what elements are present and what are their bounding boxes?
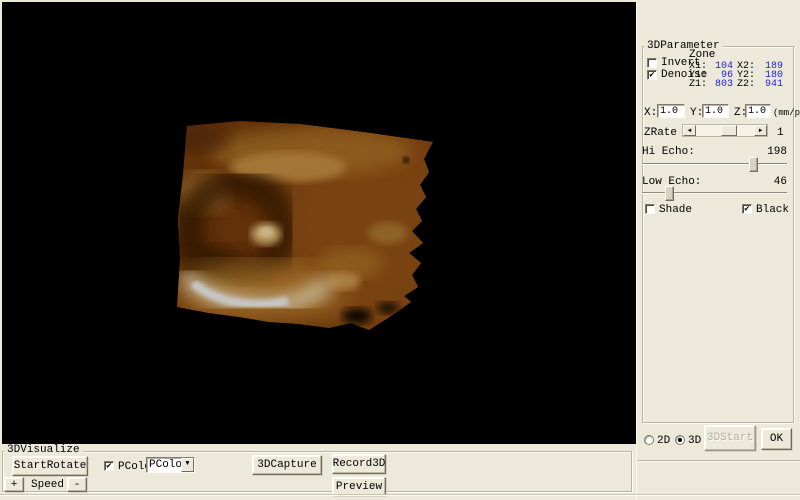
low-echo-slider-thumb[interactable] bbox=[665, 186, 674, 201]
zone-z2-value: 941 bbox=[753, 79, 783, 90]
zrate-label: ZRate bbox=[644, 128, 677, 139]
hi-echo-slider-track[interactable] bbox=[642, 163, 787, 165]
invert-checkbox[interactable] bbox=[647, 58, 657, 68]
ultrasound-3d-image bbox=[2, 2, 636, 444]
low-echo-value: 46 bbox=[757, 177, 787, 188]
scale-unit-label: (mm/p) bbox=[773, 108, 800, 119]
check-icon: ✔ bbox=[744, 204, 749, 214]
zrate-value: 1 bbox=[777, 128, 784, 139]
zrate-scrollbar[interactable]: ◄ ► bbox=[682, 124, 768, 137]
check-icon: ✔ bbox=[649, 70, 654, 80]
dropdown-arrow-icon[interactable]: ▼ bbox=[181, 458, 194, 472]
speed-plus-button[interactable]: + bbox=[4, 477, 24, 492]
zrate-scroll-left-icon[interactable]: ◄ bbox=[683, 125, 696, 136]
mode-3d-radio[interactable] bbox=[675, 435, 685, 445]
record3d-button[interactable]: Record3D bbox=[332, 454, 386, 474]
parameter-panel: 3DParameter Invert ✔ Denoise Zone X1: 10… bbox=[636, 0, 800, 500]
black-label: Black bbox=[756, 205, 789, 216]
3dstart-button[interactable]: 3DStart bbox=[704, 425, 756, 451]
check-icon: ✔ bbox=[106, 461, 111, 471]
pcolor-dropdown[interactable]: PColor ▼ bbox=[146, 457, 195, 473]
panel-divider bbox=[637, 460, 800, 462]
hi-echo-value: 198 bbox=[757, 147, 787, 158]
x-scale-label: X: bbox=[644, 108, 657, 119]
3dcapture-button[interactable]: 3DCapture bbox=[252, 455, 322, 475]
app-window: 3DParameter Invert ✔ Denoise Zone X1: 10… bbox=[0, 0, 800, 500]
shade-label: Shade bbox=[659, 205, 692, 216]
hi-echo-label: Hi Echo: bbox=[642, 147, 695, 158]
mode-3d-label: 3D bbox=[688, 436, 701, 447]
zrate-scroll-right-icon[interactable]: ► bbox=[754, 125, 767, 136]
zrate-scroll-thumb[interactable] bbox=[721, 125, 737, 136]
pcolor-checkbox[interactable]: ✔ bbox=[104, 461, 114, 471]
zone-label: Zone bbox=[689, 50, 715, 61]
ultrasound-viewport[interactable] bbox=[2, 2, 636, 444]
low-echo-slider-track[interactable] bbox=[642, 192, 787, 194]
hi-echo-slider-thumb[interactable] bbox=[749, 157, 758, 172]
z-scale-input[interactable] bbox=[745, 104, 771, 118]
shade-checkbox[interactable] bbox=[645, 204, 655, 214]
visualize-group-title: 3DVisualize bbox=[4, 445, 83, 456]
ok-button[interactable]: OK bbox=[761, 428, 792, 450]
zone-z1-value: 803 bbox=[703, 79, 733, 90]
speed-minus-button[interactable]: - bbox=[67, 477, 87, 492]
x-scale-input[interactable] bbox=[657, 104, 685, 118]
y-scale-input[interactable] bbox=[702, 104, 729, 118]
denoise-checkbox[interactable]: ✔ bbox=[647, 70, 657, 80]
mode-2d-label: 2D bbox=[657, 436, 670, 447]
visualize-panel: 3DVisualize StartRotate + Speed - ✔ PCol… bbox=[0, 444, 636, 500]
mode-2d-radio[interactable] bbox=[644, 435, 654, 445]
speed-label: Speed bbox=[31, 480, 64, 491]
window-bottom-border bbox=[0, 494, 800, 496]
parameter-groupbox bbox=[642, 46, 794, 423]
start-rotate-button[interactable]: StartRotate bbox=[12, 456, 88, 476]
black-checkbox[interactable]: ✔ bbox=[742, 204, 752, 214]
